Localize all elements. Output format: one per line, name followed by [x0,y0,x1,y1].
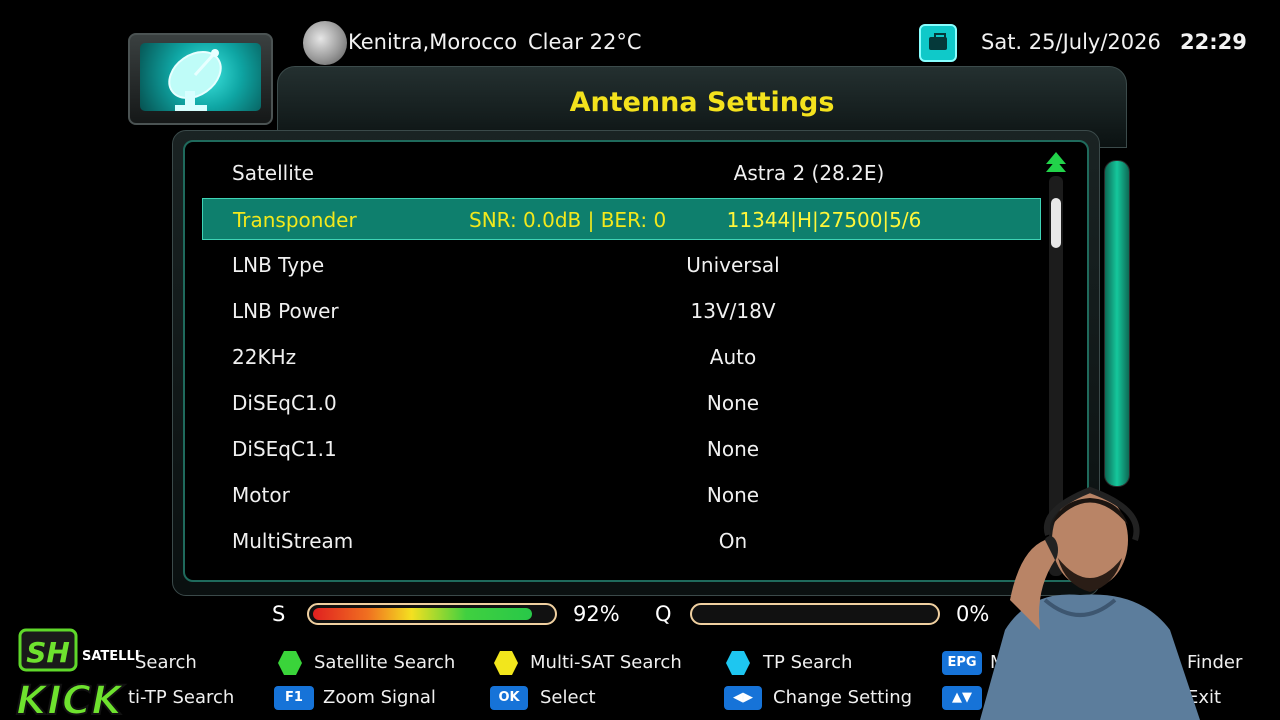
footer-search[interactable]: Search [135,651,197,675]
menu-row-motor[interactable]: Motor None [202,474,1041,516]
date-text: Sat. 25/July/2026 [981,30,1161,54]
footer-tp-search[interactable]: TP Search [763,651,852,675]
side-accent-bar [1104,160,1130,487]
row-value: Astra 2 (28.2E) [733,161,885,185]
logo-kick-text: KICK [16,678,125,720]
briefcase-icon [919,24,957,62]
yellow-key-icon [494,651,518,675]
location-text: Kenitra,Morocco [348,30,518,54]
signal-strength-percent: 92% [573,602,620,626]
satellite-dish-icon [168,49,222,111]
row-label: MultiStream [232,529,354,553]
row-value: Universal [686,253,780,277]
signal-strength-label: S [272,602,286,626]
left-right-key-icon: ◀▶ [724,686,762,710]
moon-weather-icon [303,21,347,65]
menu-row-satellite[interactable]: Satellite Astra 2 (28.2E) [202,152,1041,194]
footer-satellite-search[interactable]: Satellite Search [314,651,455,675]
row-label: 22KHz [232,345,297,369]
page-title: Antenna Settings [569,87,835,118]
row-label: LNB Type [232,253,325,277]
blue-key-icon [726,651,750,675]
row-value: None [706,483,760,507]
menu-row-transponder[interactable]: Transponder SNR: 0.0dB | BER: 0 11344|H|… [202,198,1041,240]
signal-quality-label: Q [655,602,672,626]
footer-change-setting[interactable]: Change Setting [773,686,912,710]
ok-key-icon: OK [490,686,528,710]
row-value: 13V/18V [690,299,776,323]
row-value: None [706,391,760,415]
menu-row-diseqc10[interactable]: DiSEqC1.0 None [202,382,1041,424]
row-label: Transponder [233,208,357,232]
footer-select[interactable]: Select [540,686,596,710]
f1-key-icon: F1 [274,686,314,710]
signal-quality-bar [690,603,940,625]
row-label: LNB Power [232,299,339,323]
scrollbar-thumb[interactable] [1051,198,1061,248]
menu-row-diseqc11[interactable]: DiSEqC1.1 None [202,428,1041,470]
menu-row-multistream[interactable]: MultiStream On [202,520,1041,562]
logo-sh-text: SH [26,636,70,669]
row-value: On [718,529,748,553]
row-label: DiSEqC1.1 [232,437,337,461]
scroll-up-arrow-icon [1046,160,1066,172]
weather-text: Clear 22°C [528,30,642,54]
signal-strength-fill [313,608,532,620]
row-label: Motor [232,483,290,507]
footer-multi-tp-search[interactable]: ti-TP Search [128,686,234,710]
row-value: None [706,437,760,461]
row-value: Auto [709,345,757,369]
menu-logo-tile [128,33,273,125]
menu-row-lnb-type[interactable]: LNB Type Universal [202,244,1041,286]
row-label: DiSEqC1.0 [232,391,337,415]
footer-zoom-signal[interactable]: Zoom Signal [323,686,436,710]
menu-row-lnb-power[interactable]: LNB Power 13V/18V [202,290,1041,332]
snr-ber-readout: SNR: 0.0dB | BER: 0 [469,208,667,232]
webcam-presenter [980,486,1200,720]
menu-row-22khz[interactable]: 22KHz Auto [202,336,1041,378]
logo-satellite-text: SATELLITE [82,649,140,664]
green-key-icon [278,651,302,675]
signal-strength-bar [307,603,557,625]
row-label: Satellite [232,161,314,185]
row-value: 11344|H|27500|5/6 [726,208,922,232]
footer-multi-sat-search[interactable]: Multi-SAT Search [530,651,682,675]
time-text: 22:29 [1180,30,1247,54]
channel-logo: SH SATELLITE KICK [15,628,140,720]
